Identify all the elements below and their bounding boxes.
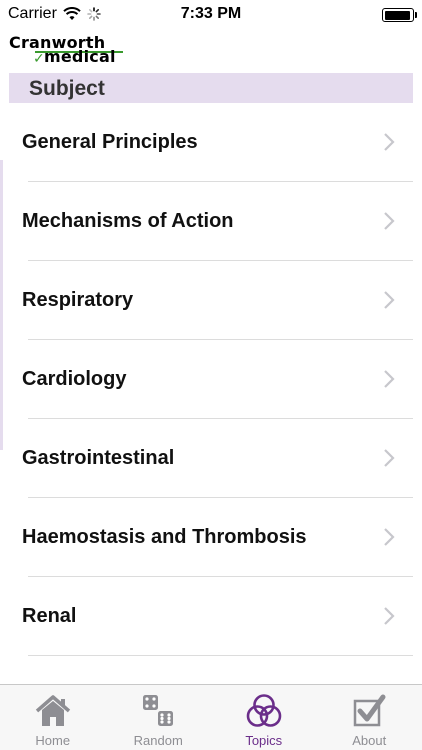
status-left: Carrier (8, 5, 101, 23)
status-bar: Carrier 7:33 PM (0, 0, 422, 30)
battery-icon (382, 8, 417, 22)
rings-icon (246, 694, 282, 727)
carrier-label: Carrier (8, 5, 57, 22)
section-header: Subject (9, 73, 413, 103)
dice-icon (143, 695, 174, 726)
topic-item-respiratory[interactable]: Respiratory (0, 261, 422, 340)
home-icon (35, 695, 70, 726)
tab-random[interactable]: Random (106, 685, 212, 750)
topic-label: Cardiology (22, 368, 127, 390)
topic-list: General Principles Mechanisms of Action … (0, 103, 422, 656)
tab-home[interactable]: Home (0, 685, 106, 750)
tab-bar: Home Random Topics About (0, 684, 422, 750)
topic-label: Mechanisms of Action (22, 210, 234, 232)
tab-about[interactable]: About (317, 685, 422, 750)
tab-label: Home (35, 733, 71, 748)
logo-check-icon: ✓ (33, 50, 45, 66)
topic-label: Renal (22, 605, 77, 627)
checkbox-icon (354, 694, 386, 727)
chevron-right-icon (384, 370, 395, 388)
battery-fill (384, 10, 411, 20)
logo-text-line2: medical (44, 47, 116, 66)
chevron-right-icon (384, 607, 395, 625)
topic-item-general-principles[interactable]: General Principles (0, 103, 422, 182)
topic-item-haemostasis-and-thrombosis[interactable]: Haemostasis and Thrombosis (0, 498, 422, 577)
chevron-right-icon (384, 212, 395, 230)
topic-item-cardiology[interactable]: Cardiology (0, 340, 422, 419)
topic-label: Respiratory (22, 289, 134, 311)
topic-item-gastrointestinal[interactable]: Gastrointestinal (0, 419, 422, 498)
activity-spinner-icon (87, 7, 101, 21)
app-logo: Cranworth ✓ medical (9, 33, 129, 69)
topic-label: Haemostasis and Thrombosis (22, 526, 307, 548)
wifi-icon (63, 7, 81, 20)
topic-label: Gastrointestinal (22, 447, 175, 469)
topic-item-mechanisms-of-action[interactable]: Mechanisms of Action (0, 182, 422, 261)
tab-label: About (352, 733, 387, 748)
chevron-right-icon (384, 449, 395, 467)
tab-label: Topics (245, 733, 283, 748)
topic-label: General Principles (22, 131, 198, 153)
section-title: Subject (29, 77, 105, 100)
tab-label: Random (133, 733, 183, 748)
topic-item-renal[interactable]: Renal (0, 577, 422, 656)
chevron-right-icon (384, 133, 395, 151)
chevron-right-icon (384, 291, 395, 309)
tab-topics[interactable]: Topics (211, 685, 317, 750)
chevron-right-icon (384, 528, 395, 546)
row-separator (28, 655, 413, 656)
